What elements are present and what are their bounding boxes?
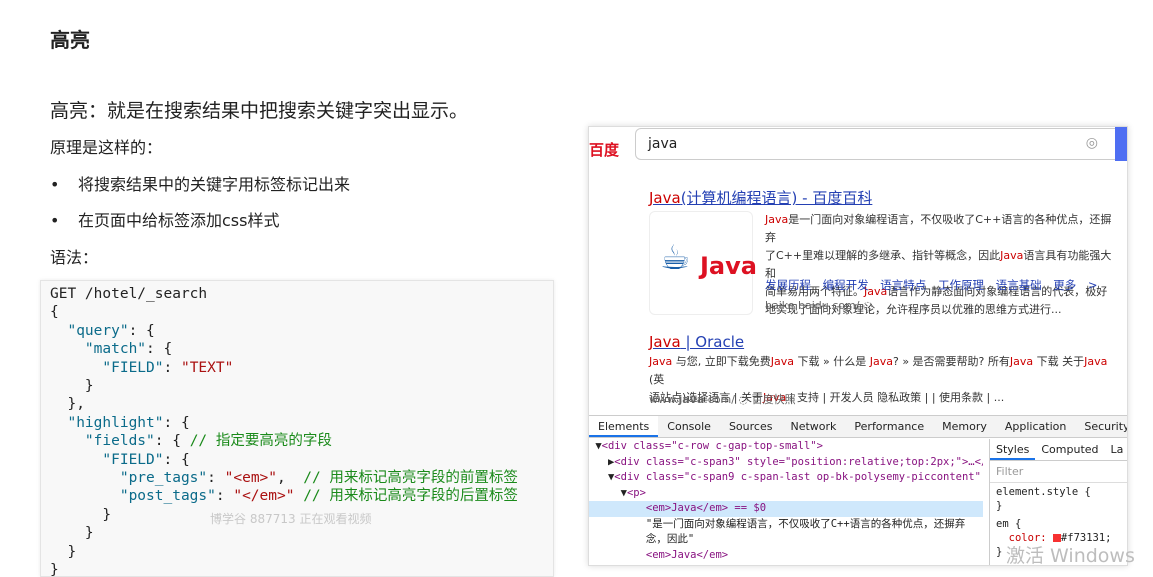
dom-tree[interactable]: ▼<div class="c-row c-gap-top-small"> ▶<d… (589, 439, 983, 565)
intro-text: 高亮：就是在搜索结果中把搜索关键字突出显示。 (50, 100, 469, 122)
windows-activation-watermark: 激活 Windows (1006, 545, 1135, 567)
syntax-label: 语法： (50, 248, 99, 267)
tab-styles[interactable]: Styles (990, 439, 1036, 460)
dom-node[interactable]: ▶<div class="c-span3" style="position:re… (589, 455, 983, 471)
tab-sources[interactable]: Sources (720, 416, 782, 437)
principle-text: 原理是这样的： (50, 138, 163, 157)
coffee-cup-icon: ☕ (660, 238, 691, 278)
search-button[interactable] (1115, 127, 1127, 161)
dom-node[interactable]: 念，因此" (589, 532, 983, 548)
dom-node[interactable]: ▼<div class="c-row c-gap-top-small"> (589, 439, 983, 455)
devtools-tabs: Elements Console Sources Network Perform… (589, 416, 1127, 438)
dom-node-selected[interactable]: <em>Java</em> == $0 (589, 501, 983, 517)
code-block: GET /hotel/_search { "query": { "match":… (40, 280, 554, 577)
result-source-1: baike.baidu.com/ ◌ (765, 299, 873, 312)
result-title-1[interactable]: Java(计算机编程语言) - 百度百科 (649, 187, 872, 208)
tab-layout[interactable]: La (1105, 439, 1127, 460)
tab-elements[interactable]: Elements (589, 416, 659, 437)
style-rule: element.style {} (996, 486, 1091, 512)
tab-network[interactable]: Network (781, 416, 845, 437)
tab-performance[interactable]: Performance (845, 416, 933, 437)
tab-memory[interactable]: Memory (933, 416, 996, 437)
baidu-logo: 百度 (589, 141, 620, 159)
tab-application[interactable]: Application (996, 416, 1075, 437)
dom-node[interactable]: ▼<p> (589, 486, 983, 502)
page-heading: 高亮 (50, 28, 90, 52)
baidu-screenshot: 百度 java ◎ Java(计算机编程语言) - 百度百科 ☕ Java Jav… (588, 126, 1128, 566)
camera-icon[interactable]: ◎ (1086, 135, 1098, 151)
result-sublinks[interactable]: 发展历程 编程开发 语言特点 工作原理 语言基础 更多 > (765, 277, 1098, 293)
tab-computed[interactable]: Computed (1035, 439, 1104, 460)
styles-filter-input[interactable]: Filter (990, 461, 1127, 483)
tab-security[interactable]: Security (1075, 416, 1127, 437)
watermark-text: 博学谷 887713 正在观看视频 (210, 512, 372, 526)
bullet-item: • 将搜索结果中的关键字用标签标记出来 (50, 175, 351, 194)
search-input[interactable]: java ◎ (635, 128, 1117, 160)
dom-node[interactable]: "是一门面向对象编程语言，不仅吸收了C++语言的各种优点，还摒弃 (589, 517, 983, 533)
dom-node[interactable]: ▼<div class="c-span9 c-span-last op-bk-p… (589, 470, 983, 486)
result-title-2[interactable]: Java | Oracle (649, 333, 744, 351)
dom-node[interactable]: <em>Java</em> (589, 548, 983, 564)
tab-console[interactable]: Console (658, 416, 720, 437)
java-logo-text: Java (700, 252, 757, 280)
bullet-item: • 在页面中给标签添加css样式 (50, 211, 280, 230)
java-logo-thumbnail[interactable]: ☕ Java (649, 211, 757, 315)
result-source-2: www.java.com/ ◌ 百度快照 (649, 393, 796, 406)
